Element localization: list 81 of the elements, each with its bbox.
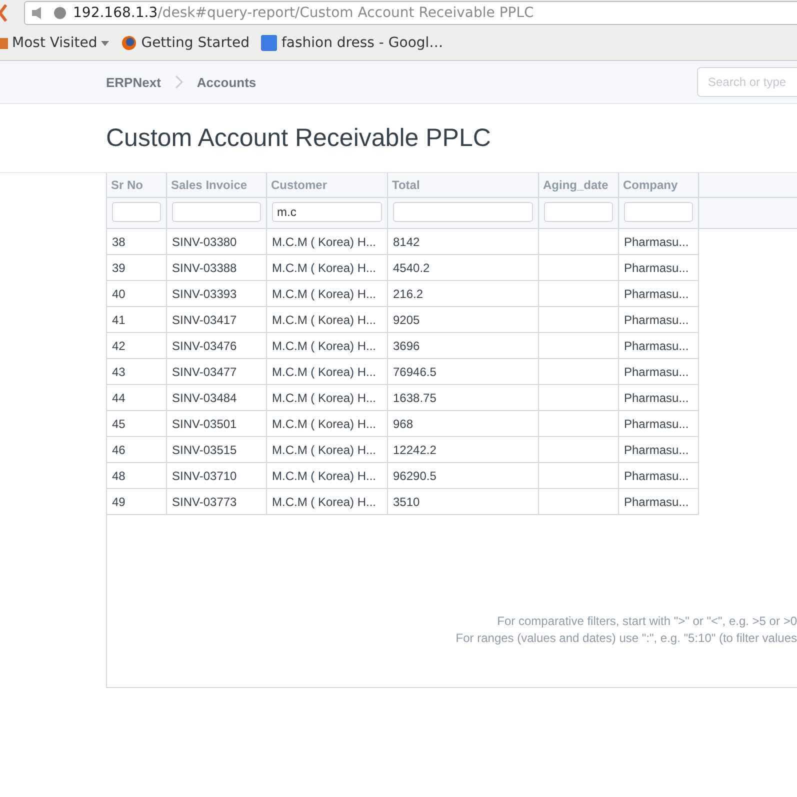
table-cell: M.C.M ( Korea) H... xyxy=(272,443,376,457)
table-cell: SINV-03393 xyxy=(172,287,237,301)
column-header[interactable]: Total xyxy=(388,173,539,197)
table-cell: SINV-03380 xyxy=(172,235,237,249)
table-cell: Pharmasu... xyxy=(624,495,689,509)
table-cell: SINV-03773 xyxy=(172,495,237,509)
table-cell: M.C.M ( Korea) H... xyxy=(272,417,376,431)
table-cell: 46 xyxy=(112,443,126,457)
table-cell: SINV-03710 xyxy=(172,469,237,483)
table-cell: Pharmasu... xyxy=(624,417,689,431)
table-cell: 40 xyxy=(112,287,126,301)
table-cell: 38 xyxy=(112,235,126,249)
filter-field[interactable] xyxy=(544,202,613,222)
breadcrumb-link[interactable]: ERPNext xyxy=(106,74,161,90)
table-cell: 4540.2 xyxy=(393,261,430,275)
table-cell: Pharmasu... xyxy=(624,365,689,379)
column-header[interactable]: Company xyxy=(619,173,699,197)
table-cell: Pharmasu... xyxy=(624,313,689,327)
table-cell: M.C.M ( Korea) H... xyxy=(272,495,376,509)
table-cell: 96290.5 xyxy=(393,469,436,483)
table-cell: 3510 xyxy=(393,495,420,509)
filter-field[interactable] xyxy=(112,202,161,222)
table-cell: Pharmasu... xyxy=(624,443,689,457)
table-cell: M.C.M ( Korea) H... xyxy=(272,365,376,379)
filter-field[interactable]: m.c xyxy=(272,202,382,222)
table-cell: Pharmasu... xyxy=(624,339,689,353)
table-cell: 1638.75 xyxy=(393,391,436,405)
dropdown-icon xyxy=(101,40,110,46)
table-cell: 41 xyxy=(112,313,126,327)
table-cell: SINV-03501 xyxy=(172,417,237,431)
column-header[interactable]: Sr No xyxy=(107,173,167,197)
bookmark[interactable]: Most Visited xyxy=(0,35,110,51)
url-host: 192.168.1.3 xyxy=(73,5,158,21)
table-cell: 39 xyxy=(112,261,126,275)
table-cell: M.C.M ( Korea) H... xyxy=(272,391,376,405)
table-cell: SINV-03477 xyxy=(172,365,237,379)
filter-field[interactable] xyxy=(172,202,261,222)
table-cell: M.C.M ( Korea) H... xyxy=(272,339,376,353)
table-cell: 12242.2 xyxy=(393,443,436,457)
table-cell: SINV-03515 xyxy=(172,443,237,457)
address-bar[interactable]: 192.168.1.3/desk#query-report/Custom Account Receivable PPLC xyxy=(24,1,797,25)
table-cell: SINV-03476 xyxy=(172,339,237,353)
table-cell: 9205 xyxy=(393,313,420,327)
table-cell: M.C.M ( Korea) H... xyxy=(272,469,376,483)
table-cell: 49 xyxy=(112,495,126,509)
column-header[interactable]: Customer xyxy=(267,173,388,197)
table-cell: Pharmasu... xyxy=(624,469,689,483)
table-cell: 8142 xyxy=(393,235,420,249)
table-cell: SINV-03484 xyxy=(172,391,237,405)
table-cell: 43 xyxy=(112,365,126,379)
table-cell: M.C.M ( Korea) H... xyxy=(272,235,376,249)
column-header[interactable]: Aging_date xyxy=(539,173,619,197)
table-cell: 42 xyxy=(112,339,126,353)
search-field[interactable]: Search or type xyxy=(697,67,797,97)
table-cell: Pharmasu... xyxy=(624,261,689,275)
bookmark[interactable]: Getting Started xyxy=(121,35,250,51)
column-header[interactable]: Sales Invoice xyxy=(167,173,267,197)
table-cell: M.C.M ( Korea) H... xyxy=(272,287,376,301)
table-cell: Pharmasu... xyxy=(624,391,689,405)
table-cell: Pharmasu... xyxy=(624,235,689,249)
table-cell: SINV-03417 xyxy=(172,313,237,327)
back-icon[interactable] xyxy=(0,3,8,23)
table-cell: M.C.M ( Korea) H... xyxy=(272,313,376,327)
url-path: /desk#query-report/Custom Account Receivable PPLC xyxy=(158,5,534,21)
table-cell: SINV-03388 xyxy=(172,261,237,275)
table-cell: 45 xyxy=(112,417,126,431)
table-cell: M.C.M ( Korea) H... xyxy=(272,261,376,275)
breadcrumb-link[interactable]: Accounts xyxy=(196,74,256,90)
table-cell: 968 xyxy=(393,417,414,431)
filter-field[interactable] xyxy=(393,202,533,222)
filter-hint: For comparative filters, start with ">" or "<", e.g. >5 or >0 xyxy=(496,613,797,630)
table-cell: 3696 xyxy=(393,339,420,353)
chevron-icon xyxy=(174,75,183,89)
filter-hint: For ranges (values and dates) use ":", e.g. "5:10" (to filter values xyxy=(456,630,797,647)
table-cell: 216.2 xyxy=(393,287,424,301)
table-cell: Pharmasu... xyxy=(624,287,689,301)
table-cell: 48 xyxy=(112,469,126,483)
table-cell: 76946.5 xyxy=(393,365,436,379)
filter-field[interactable] xyxy=(624,202,693,222)
table-cell: 44 xyxy=(112,391,126,405)
bookmark[interactable]: fashion dress - Googl… xyxy=(261,35,444,51)
